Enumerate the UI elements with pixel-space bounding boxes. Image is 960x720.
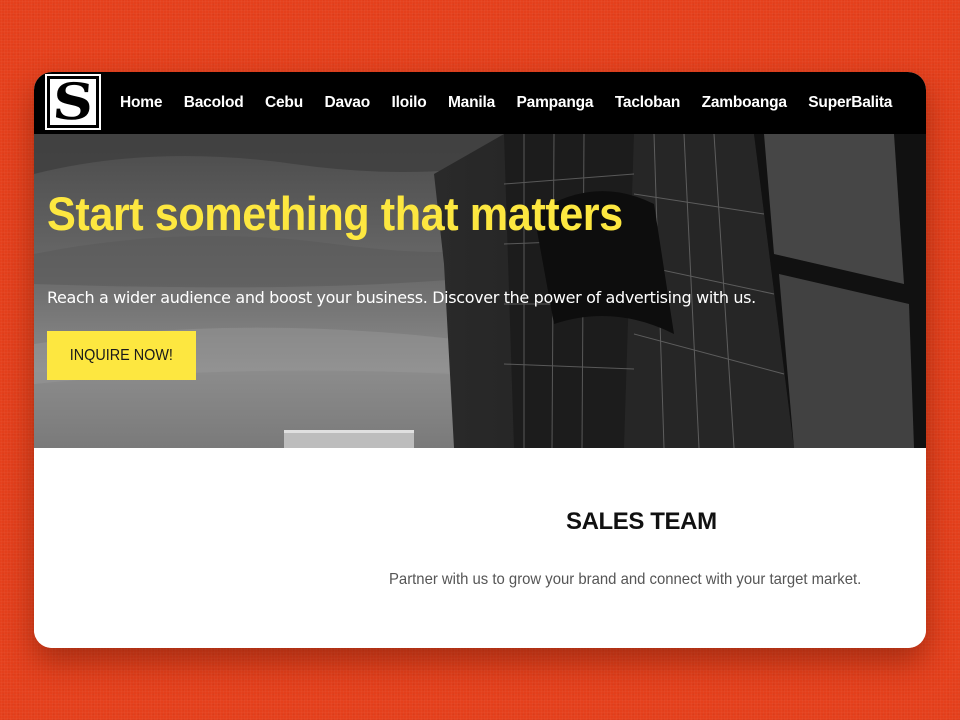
hero-banner: Start something that matters Reach a wid… [34, 134, 926, 448]
nav-item-pampanga[interactable]: Pampanga [517, 94, 594, 112]
sales-team-title: SALES TEAM [566, 508, 717, 535]
logo-letter: S [50, 72, 96, 131]
website-card: S Home Bacolod Cebu Davao Iloilo Manila … [34, 72, 926, 648]
sales-team-section: SALES TEAM Partner with us to grow your … [34, 448, 926, 648]
top-navbar: S Home Bacolod Cebu Davao Iloilo Manila … [34, 72, 926, 134]
nav-item-zamboanga[interactable]: Zamboanga [702, 94, 787, 112]
superbalita-s-logo-icon[interactable]: S [45, 72, 101, 131]
nav-item-home[interactable]: Home [120, 94, 162, 112]
hero-title: Start something that matters [47, 187, 623, 240]
hero-subtitle: Reach a wider audience and boost your bu… [47, 288, 756, 307]
nav-item-manila[interactable]: Manila [448, 94, 495, 112]
inquire-now-button[interactable]: INQUIRE NOW! [47, 331, 196, 380]
nav-item-iloilo[interactable]: Iloilo [392, 94, 427, 112]
nav-item-tacloban[interactable]: Tacloban [615, 94, 680, 112]
nav-item-cebu[interactable]: Cebu [265, 94, 303, 112]
inquire-now-label: INQUIRE NOW! [69, 346, 174, 364]
nav-item-bacolod[interactable]: Bacolod [184, 94, 244, 112]
nav-item-superbalita[interactable]: SuperBalita [808, 94, 892, 112]
nav-links: Home Bacolod Cebu Davao Iloilo Manila Pa… [120, 72, 914, 134]
sales-team-subtitle: Partner with us to grow your brand and c… [389, 571, 862, 588]
nav-item-davao[interactable]: Davao [324, 94, 370, 112]
